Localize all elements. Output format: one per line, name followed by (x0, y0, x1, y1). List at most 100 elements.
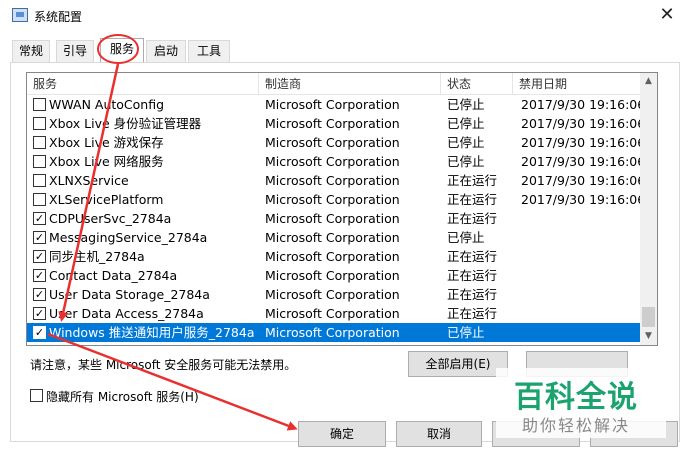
service-disabled-date (521, 304, 641, 323)
service-manufacturer: Microsoft Corporation (265, 116, 400, 131)
table-row[interactable]: ✓ User Data Access_2784a Microsoft Corpora… (27, 304, 641, 323)
service-name: XLServicePlatform (49, 192, 164, 207)
service-disabled-date: 2017/9/30 19:16:06 (521, 192, 641, 207)
service-checkbox[interactable] (33, 136, 46, 149)
scroll-thumb[interactable] (642, 307, 655, 327)
service-disabled-date: 2017/9/30 19:16:06 (521, 116, 641, 131)
msconfig-icon (12, 8, 28, 22)
service-name: User Data Access_2784a (49, 306, 204, 321)
service-manufacturer: Microsoft Corporation (265, 325, 400, 340)
service-manufacturer: Microsoft Corporation (265, 211, 400, 226)
service-status: 正在运行 (447, 249, 498, 264)
service-checkbox[interactable]: ✓ (33, 231, 46, 244)
service-name: MessagingService_2784a (49, 230, 208, 245)
service-checkbox[interactable]: ✓ (33, 288, 46, 301)
watermark-logo: 百科全说 助你轻松解决 (496, 368, 666, 438)
service-checkbox[interactable]: ✓ (33, 326, 46, 339)
service-manufacturer: Microsoft Corporation (265, 268, 400, 283)
column-manufacturer[interactable]: 制造商 (259, 73, 441, 95)
service-disabled-date (521, 247, 641, 266)
table-row[interactable]: ✓ Contact Data_2784a Microsoft Corporation… (27, 266, 641, 285)
column-status[interactable]: 状态 (441, 73, 513, 95)
notice-text: 请注意，某些 Microsoft 安全服务可能无法禁用。 (30, 358, 297, 372)
service-disabled-date (521, 209, 641, 228)
service-name: XLNXService (49, 173, 129, 188)
service-status: 已停止 (447, 230, 485, 245)
service-disabled-date: 2017/9/30 19:16:06 (521, 97, 641, 112)
service-disabled-date (521, 266, 641, 285)
service-manufacturer: Microsoft Corporation (265, 192, 400, 207)
checkbox-box[interactable] (30, 389, 43, 402)
service-name: Windows 推送通知用户服务_2784a (49, 325, 255, 340)
service-manufacturer: Microsoft Corporation (265, 306, 400, 321)
table-row[interactable]: ✓ CDPUserSvc_2784a Microsoft Corporation 正在… (27, 209, 641, 228)
cancel-button[interactable]: 取消 (396, 421, 482, 447)
service-manufacturer: Microsoft Corporation (265, 249, 400, 264)
service-name: 同步主机_2784a (49, 249, 145, 264)
service-checkbox[interactable] (33, 117, 46, 130)
table-row[interactable]: WWAN AutoConfig Microsoft Corporation 已停止 2… (27, 95, 641, 114)
service-checkbox[interactable]: ✓ (33, 212, 46, 225)
service-checkbox[interactable] (33, 193, 46, 206)
table-row[interactable]: ✓ Windows 推送通知用户服务_2784a Microsoft Corpora… (27, 323, 641, 342)
service-status: 正在运行 (447, 268, 498, 283)
enable-all-button[interactable]: 全部启用(E) (408, 351, 508, 377)
service-status: 正在运行 (447, 287, 498, 302)
service-name: Contact Data_2784a (49, 268, 178, 283)
scroll-down-icon[interactable]: ▼ (640, 328, 657, 345)
service-manufacturer: Microsoft Corporation (265, 135, 400, 150)
tab-startup[interactable]: 启动 (146, 40, 186, 62)
services-list[interactable]: 服务 制造商 状态 禁用日期 WWAN AutoConfig Microsoft … (26, 72, 658, 346)
service-status: 正在运行 (447, 173, 498, 188)
table-row[interactable]: ✓ User Data Storage_2784a Microsoft Corpor… (27, 285, 641, 304)
service-manufacturer: Microsoft Corporation (265, 154, 400, 169)
service-name: User Data Storage_2784a (49, 287, 210, 302)
table-row[interactable]: ✓ 同步主机_2784a Microsoft Corporation 正在运行 (27, 247, 641, 266)
column-disabled-date[interactable]: 禁用日期 (513, 73, 641, 95)
table-row[interactable]: Xbox Live 身份验证管理器 Microsoft Corporation 已停… (27, 114, 641, 133)
table-row[interactable]: Xbox Live 网络服务 Microsoft Corporation 已停止 20… (27, 152, 641, 171)
scroll-up-icon[interactable]: ▲ (640, 73, 657, 90)
table-row[interactable]: XLServicePlatform Microsoft Corporation 正在… (27, 190, 641, 209)
service-checkbox[interactable]: ✓ (33, 307, 46, 320)
service-checkbox[interactable] (33, 174, 46, 187)
vertical-scrollbar[interactable]: ▲ ▼ (640, 73, 657, 345)
title-bar: 系统配置 ✕ (0, 0, 692, 32)
service-manufacturer: Microsoft Corporation (265, 173, 400, 188)
watermark-sub-text: 助你轻松解决 (522, 416, 631, 435)
service-checkbox[interactable] (33, 98, 46, 111)
service-checkbox[interactable] (33, 155, 46, 168)
service-status: 已停止 (447, 135, 485, 150)
service-status: 正在运行 (447, 306, 498, 321)
tab-boot[interactable]: 引导 (56, 40, 94, 62)
service-name: CDPUserSvc_2784a (49, 211, 172, 226)
service-status: 已停止 (447, 325, 485, 340)
service-disabled-date (521, 323, 641, 342)
tab-general[interactable]: 常规 (12, 40, 50, 62)
service-name: Xbox Live 网络服务 (49, 154, 164, 169)
service-disabled-date: 2017/9/30 19:16:06 (521, 135, 641, 150)
service-status: 正在运行 (447, 211, 498, 226)
service-manufacturer: Microsoft Corporation (265, 287, 400, 302)
service-disabled-date: 2017/9/30 19:16:06 (521, 173, 641, 188)
list-header: 服务 制造商 状态 禁用日期 (27, 73, 641, 95)
table-row[interactable]: XLNXService Microsoft Corporation 正在运行 2017… (27, 171, 641, 190)
service-status: 正在运行 (447, 192, 498, 207)
table-row[interactable]: Xbox Live 游戏保存 Microsoft Corporation 已停止 20… (27, 133, 641, 152)
service-checkbox[interactable]: ✓ (33, 269, 46, 282)
service-checkbox[interactable]: ✓ (33, 250, 46, 263)
service-manufacturer: Microsoft Corporation (265, 97, 400, 112)
window-title: 系统配置 (34, 10, 83, 24)
service-disabled-date: 2017/9/30 19:16:06 (521, 154, 641, 169)
tab-tools[interactable]: 工具 (188, 40, 230, 62)
service-name: Xbox Live 身份验证管理器 (49, 116, 202, 131)
close-button[interactable]: ✕ (656, 4, 678, 26)
service-name: WWAN AutoConfig (49, 97, 165, 112)
service-manufacturer: Microsoft Corporation (265, 230, 400, 245)
column-service[interactable]: 服务 (27, 73, 259, 95)
ok-button[interactable]: 确定 (298, 421, 386, 447)
service-status: 已停止 (447, 154, 485, 169)
tab-services[interactable]: 服务 (100, 38, 144, 62)
table-row[interactable]: ✓ MessagingService_2784a Microsoft Corpora… (27, 228, 641, 247)
service-status: 已停止 (447, 116, 485, 131)
